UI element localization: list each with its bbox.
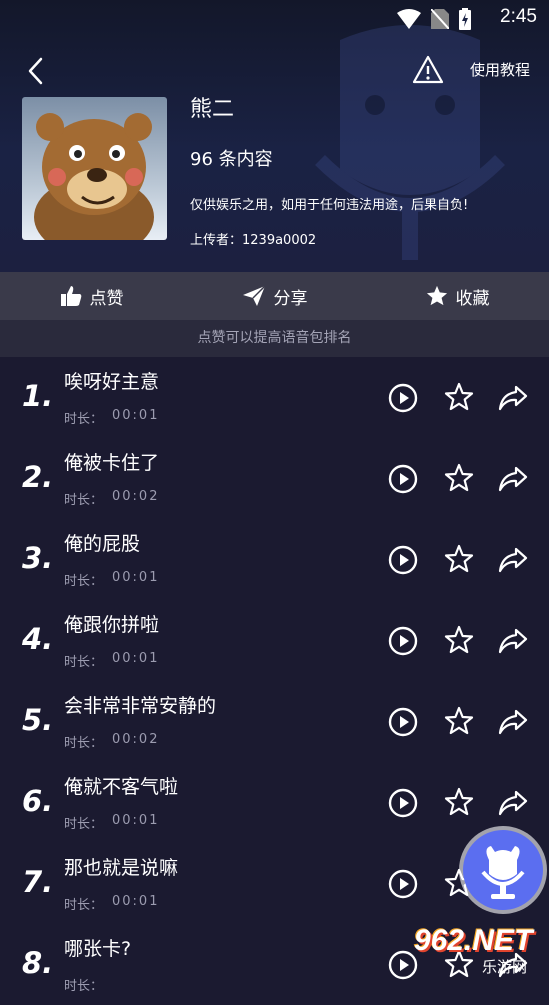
voice-item[interactable]: 5. 会非常非常安静的 时长： 00:02	[0, 681, 549, 762]
no-sim-icon	[431, 9, 449, 29]
duration-value: 00:01	[112, 894, 160, 909]
like-button[interactable]: 点赞	[0, 272, 183, 320]
pack-count: 96 条内容	[190, 149, 273, 170]
send-icon	[242, 285, 266, 306]
duration-label: 时长：	[64, 412, 104, 427]
item-title: 俺跟你拼啦	[64, 614, 160, 636]
back-icon[interactable]	[22, 56, 52, 86]
status-bar: 2:45	[0, 0, 549, 36]
collect-button[interactable]: 收藏	[366, 272, 549, 320]
status-time: 2:45	[500, 6, 537, 27]
favorite-star-icon[interactable]	[444, 382, 474, 412]
item-title: 俺被卡住了	[64, 452, 160, 474]
duration-value: 00:02	[112, 489, 160, 504]
share-arrow-icon[interactable]	[497, 789, 529, 817]
star-icon	[426, 285, 447, 306]
favorite-star-icon[interactable]	[444, 625, 474, 655]
share-arrow-icon[interactable]	[497, 546, 529, 574]
duration-label: 时长：	[64, 817, 104, 832]
ranking-hint: 点赞可以提高语音包排名	[0, 320, 549, 357]
voice-item[interactable]: 4. 俺跟你拼啦 时长： 00:01	[0, 600, 549, 681]
play-icon[interactable]	[388, 464, 418, 494]
thumbs-up-icon	[60, 286, 81, 306]
item-title: 唉呀好主意	[64, 371, 160, 393]
battery-charging-icon	[459, 8, 471, 30]
voice-item[interactable]: 3. 俺的屁股 时长： 00:01	[0, 519, 549, 600]
favorite-star-icon[interactable]	[444, 706, 474, 736]
site-watermark: 962.NET 乐游网	[410, 924, 549, 976]
pack-uploader: 上传者：1239a0002	[190, 233, 317, 248]
item-title: 哪张卡?	[64, 938, 132, 960]
item-number: 2.	[22, 460, 54, 494]
duration-value: 00:01	[112, 651, 160, 666]
share-arrow-icon[interactable]	[497, 465, 529, 493]
duration-label: 时长：	[64, 898, 104, 913]
item-number: 5.	[22, 703, 54, 737]
watermark-subtitle: 乐游网	[482, 958, 528, 976]
watermark-logo: 962.NET	[414, 924, 533, 957]
play-icon[interactable]	[388, 869, 418, 899]
favorite-star-icon[interactable]	[444, 787, 474, 817]
item-title: 会非常非常安静的	[64, 695, 217, 717]
action-bar: 点赞 分享 收藏	[0, 272, 549, 320]
item-number: 3.	[22, 541, 54, 575]
play-icon[interactable]	[388, 788, 418, 818]
play-icon[interactable]	[388, 626, 418, 656]
tutorial-link[interactable]: 使用教程	[470, 59, 530, 80]
warning-icon[interactable]	[412, 54, 444, 86]
item-number: 1.	[22, 379, 54, 413]
pack-header: 2:45 使用教程 熊二 96 条内容 仅供娱乐之用，如用于任何违法用途，后果自…	[0, 0, 549, 272]
wifi-icon	[397, 9, 421, 29]
pack-name: 熊二	[190, 97, 235, 122]
share-label: 分享	[273, 288, 308, 309]
pack-cover-image	[22, 97, 167, 240]
bear-avatar	[34, 113, 154, 240]
duration-value: 00:02	[112, 732, 160, 747]
duration-label: 时长：	[64, 736, 104, 751]
favorite-star-icon[interactable]	[444, 544, 474, 574]
item-number: 7.	[22, 865, 54, 899]
favorite-star-icon[interactable]	[444, 463, 474, 493]
item-number: 4.	[22, 622, 54, 656]
duration-label: 时长：	[64, 493, 104, 508]
voice-item[interactable]: 2. 俺被卡住了 时长： 00:02	[0, 438, 549, 519]
collect-label: 收藏	[455, 288, 490, 309]
item-title: 俺就不客气啦	[64, 776, 179, 798]
share-pack-button[interactable]: 分享	[183, 272, 366, 320]
duration-label: 时长：	[64, 655, 104, 670]
item-title: 那也就是说嘛	[64, 857, 179, 879]
play-icon[interactable]	[388, 545, 418, 575]
share-arrow-icon[interactable]	[497, 708, 529, 736]
duration-value: 00:01	[112, 408, 160, 423]
share-arrow-icon[interactable]	[497, 384, 529, 412]
duration-label: 时长：	[64, 574, 104, 589]
microphone-background-icon	[315, 25, 505, 260]
duration-label: 时长：	[64, 979, 104, 994]
item-number: 8.	[22, 946, 54, 980]
duration-value: 00:01	[112, 570, 160, 585]
play-icon[interactable]	[388, 383, 418, 413]
item-number: 6.	[22, 784, 54, 818]
duration-value: 00:01	[112, 813, 160, 828]
like-label: 点赞	[89, 288, 124, 309]
voice-item[interactable]: 1. 唉呀好主意 时长： 00:01	[0, 357, 549, 438]
share-arrow-icon[interactable]	[497, 627, 529, 655]
record-fab[interactable]	[463, 830, 543, 910]
play-icon[interactable]	[388, 707, 418, 737]
pack-disclaimer: 仅供娱乐之用，如用于任何违法用途，后果自负!	[190, 198, 469, 213]
microphone-icon	[481, 846, 525, 899]
item-title: 俺的屁股	[64, 533, 141, 555]
